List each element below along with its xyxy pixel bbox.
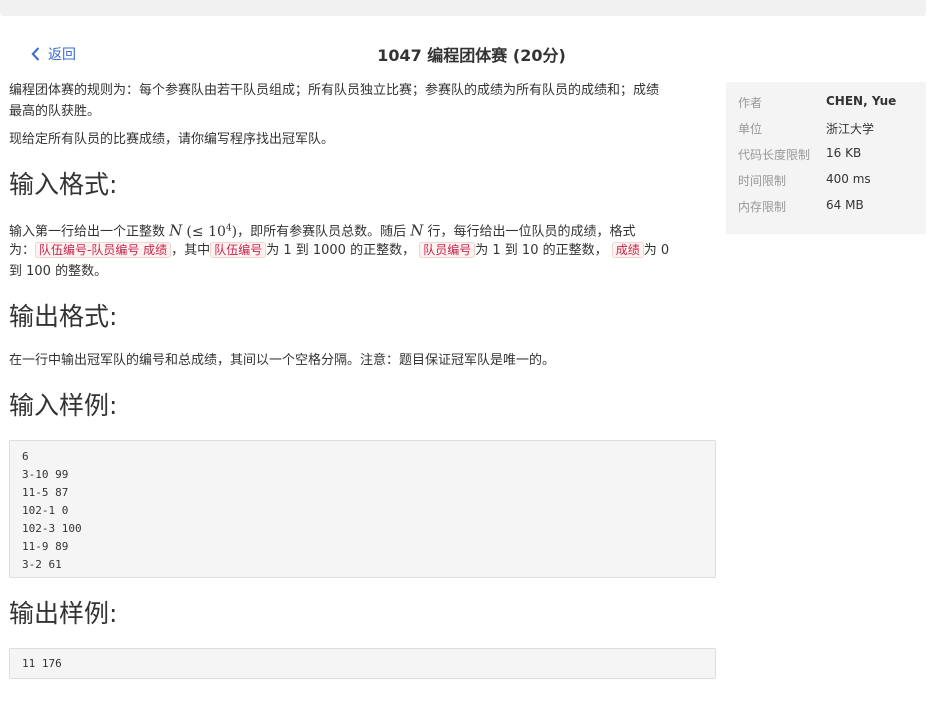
- input-text-c: 行，每行给出一位队员的成绩，格式: [427, 224, 636, 240]
- info-value: CHEN, Yue: [826, 94, 897, 108]
- code-line: 3-10 99: [22, 468, 69, 481]
- info-value: 400 ms: [826, 172, 871, 186]
- intro-line-1: 编程团体赛的规则为：每个参赛队由若干队员组成；所有队员独立比赛；参赛队的成绩为所…: [9, 83, 660, 98]
- info-label: 时间限制: [738, 174, 787, 188]
- info-label: 代码长度限制: [738, 148, 811, 162]
- info-value: 浙江大学: [826, 122, 875, 136]
- problem-info-panel: 作者 CHEN, Yue 单位 浙江大学 代码长度限制 16 KB 时间限制 4…: [726, 82, 926, 234]
- info-label: 内存限制: [738, 200, 787, 214]
- code-format: 队伍编号-队员编号 成绩: [35, 242, 172, 258]
- output-format-heading: 输出格式:: [9, 302, 118, 331]
- code-line: 6: [22, 450, 29, 463]
- sample-output-heading: 输出样例:: [9, 599, 118, 628]
- output-format-text: 在一行中输出冠军队的编号和总成绩，其间以一个空格分隔。注意：题目保证冠军队是唯一…: [9, 353, 556, 368]
- code-member: 队员编号: [419, 242, 476, 258]
- code-line: 102-3 100: [22, 522, 82, 535]
- info-value: 64 MB: [826, 198, 864, 212]
- code-line: 3-2 61: [22, 558, 62, 571]
- input-text-b: ，即所有参赛队员总数。随后: [237, 224, 407, 240]
- info-label: 单位: [738, 122, 763, 136]
- code-line: 11 176: [22, 657, 62, 670]
- intro-line-2: 最高的队获胜。: [9, 104, 101, 119]
- input-text-f: 为 1 到 1000 的正整数，: [266, 243, 416, 258]
- input-text-g: 为 1 到 10 的正整数，: [475, 243, 608, 258]
- input-format-line-1: 输入第一行给出一个正整数 N (≤ 104)，即所有参赛队员总数。随后 N 行，…: [9, 218, 636, 243]
- input-format-heading: 输入格式:: [9, 170, 118, 199]
- code-score: 成绩: [611, 242, 644, 258]
- sample-input-block: 6 3-10 99 11-5 87 102-1 0 102-3 100 11-9…: [9, 440, 716, 578]
- sample-input-heading: 输入样例:: [9, 391, 118, 420]
- info-label: 作者: [738, 96, 763, 110]
- input-text-e: ，其中: [171, 243, 211, 258]
- problem-title: 1047 编程团体赛 (20分): [377, 46, 566, 65]
- input-text-h: 为 0: [643, 243, 670, 258]
- math-n: N: [169, 221, 183, 240]
- code-line: 11-5 87: [22, 486, 69, 499]
- code-line: 11-9 89: [22, 540, 69, 553]
- intro-paragraph-2: 现给定所有队员的比赛成绩，请你编写程序找出冠军队。: [9, 132, 335, 147]
- math-n-2: N: [410, 221, 424, 240]
- input-text-d: 为：: [9, 243, 36, 258]
- input-format-line-2: 为： 队伍编号-队员编号 成绩 ，其中 队伍编号为 1 到 1000 的正整数， 队员…: [9, 240, 669, 261]
- sample-output-block: 11 176: [9, 648, 716, 679]
- top-bar: [0, 0, 926, 16]
- math-bound: (≤ 104): [186, 223, 238, 240]
- input-format-line-3: 到 100 的整数。: [9, 264, 108, 279]
- input-text-a: 输入第一行给出一个正整数: [9, 224, 166, 240]
- info-value: 16 KB: [826, 146, 862, 160]
- code-line: 102-1 0: [22, 504, 69, 517]
- code-team: 队伍编号: [210, 242, 267, 258]
